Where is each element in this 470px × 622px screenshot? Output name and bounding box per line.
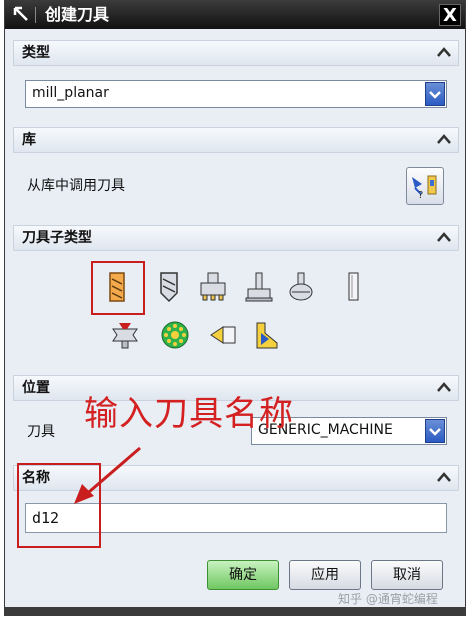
collapse-chevron-up-icon[interactable]	[434, 228, 454, 248]
type-section-body: mill_planar	[13, 66, 459, 119]
probe-tool-icon[interactable]	[207, 319, 239, 351]
form-tool-icon[interactable]	[251, 319, 283, 351]
annotation-arrow-icon	[74, 446, 141, 504]
dialog-title: 创建刀具	[45, 5, 110, 24]
watermark-text: 知乎 @通宵蛇编程	[338, 592, 438, 606]
apply-button[interactable]: 应用	[289, 560, 361, 590]
collapse-chevron-up-icon[interactable]	[434, 43, 454, 63]
dialog-footer-bar	[5, 607, 465, 615]
cancel-button[interactable]: 取消	[371, 560, 443, 590]
barrel-tool-icon[interactable]	[243, 271, 275, 303]
close-button[interactable]: X	[439, 4, 461, 26]
tool-location-label: 刀具	[27, 424, 55, 440]
library-call-label: 从库中调用刀具	[27, 178, 125, 194]
subtype-section-body	[13, 251, 459, 369]
title-separator	[35, 7, 36, 23]
title-bar[interactable]: 创建刀具 X	[5, 1, 465, 29]
ok-button[interactable]: 确定	[207, 560, 279, 590]
collapse-chevron-up-icon[interactable]	[434, 468, 454, 488]
face-mill-tool-icon[interactable]	[159, 319, 191, 351]
type-dropdown-arrow[interactable]	[425, 82, 445, 106]
library-section-body: 从库中调用刀具 ?	[13, 153, 459, 219]
ball-mill-tool-icon[interactable]	[285, 271, 317, 303]
library-section-header[interactable]: 库	[13, 127, 459, 153]
collapse-chevron-up-icon[interactable]	[434, 378, 454, 398]
svg-text:?: ?	[418, 190, 423, 201]
mill-tool-icon[interactable]	[101, 271, 133, 303]
location-section-label: 位置	[22, 380, 50, 396]
library-section-label: 库	[22, 132, 36, 148]
cursor-arrow-icon[interactable]	[11, 5, 31, 25]
chevron-down-icon	[429, 428, 441, 436]
type-dropdown-value: mill_planar	[32, 85, 109, 101]
thread-mill-tool-icon[interactable]	[109, 319, 141, 351]
subtype-section-header[interactable]: 刀具子类型	[13, 225, 459, 251]
t-cutter-tool-icon[interactable]	[197, 271, 229, 303]
chevron-down-icon	[429, 91, 441, 99]
type-section-label: 类型	[22, 45, 50, 61]
chamfer-mill-tool-icon[interactable]	[153, 271, 185, 303]
collapse-chevron-up-icon[interactable]	[434, 130, 454, 150]
subtype-section-label: 刀具子类型	[22, 230, 92, 246]
type-dropdown[interactable]: mill_planar	[25, 80, 447, 108]
library-retrieve-icon: ?	[412, 175, 437, 201]
type-section-header[interactable]: 类型	[13, 40, 459, 66]
annotation-text: 输入刀具名称	[84, 394, 294, 434]
tool-location-dropdown-arrow[interactable]	[425, 419, 445, 443]
drill-tool-icon[interactable]	[337, 271, 369, 303]
retrieve-from-library-button[interactable]: ?	[406, 167, 444, 205]
